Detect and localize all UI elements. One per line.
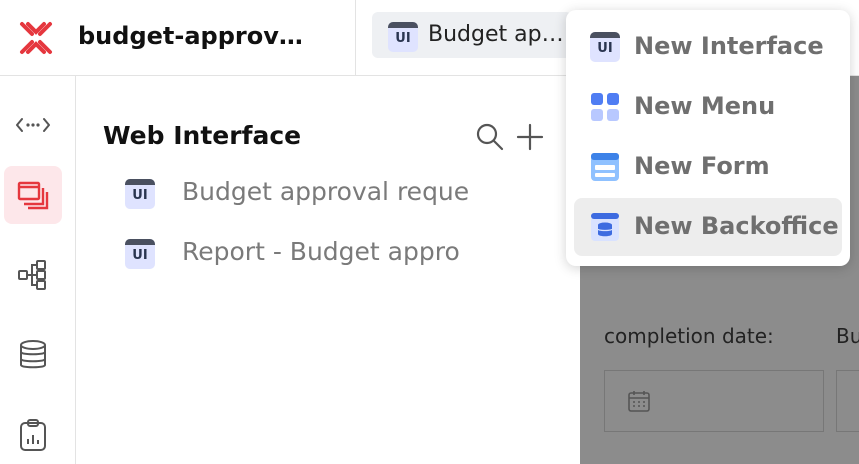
interface-icon: UI	[125, 179, 155, 209]
doc-tab-label: Budget ap…	[428, 22, 564, 47]
list-item-label: Budget approval reque	[182, 177, 470, 206]
app-logo-icon[interactable]	[18, 20, 54, 56]
web-interface-panel: Web Interface UI Budget approval reque U…	[77, 76, 580, 464]
rail-expand-button[interactable]	[4, 96, 62, 154]
completion-date-input[interactable]	[604, 370, 824, 432]
menu-item-new-backoffice[interactable]: New Backoffice	[574, 198, 842, 256]
divider	[355, 0, 356, 75]
rail-report-button[interactable]	[4, 406, 62, 464]
workflow-icon	[18, 260, 46, 290]
form-icon	[591, 153, 619, 181]
list-item-label: Report - Budget appro	[182, 237, 460, 266]
interface-icon: UI	[388, 22, 418, 52]
rail-web-interface-button[interactable]	[4, 166, 62, 224]
expand-collapse-icon	[16, 118, 50, 132]
left-rail	[0, 76, 76, 464]
plus-icon	[516, 123, 544, 151]
interface-icon: UI	[125, 239, 155, 269]
rail-workflow-button[interactable]	[4, 246, 62, 304]
panel-title: Web Interface	[103, 121, 302, 150]
menu-pointer	[553, 126, 567, 150]
menu-item-label: New Interface	[634, 32, 824, 60]
app-title: budget-approv…	[78, 22, 303, 50]
doc-tab-budget[interactable]: UI Budget ap…	[372, 12, 572, 58]
calendar-icon	[628, 391, 650, 412]
backoffice-icon	[591, 213, 619, 241]
menu-item-new-interface[interactable]: UI New Interface	[574, 18, 842, 76]
completion-date-label: completion date:	[604, 324, 774, 348]
menu-grid-icon	[591, 93, 619, 121]
menu-item-label: New Menu	[634, 92, 776, 120]
rail-database-button[interactable]	[4, 326, 62, 384]
second-field-label: Bu	[836, 324, 859, 348]
menu-item-new-menu[interactable]: New Menu	[574, 78, 842, 136]
list-item[interactable]: UI Budget approval reque	[125, 174, 470, 214]
list-item[interactable]: UI Report - Budget appro	[125, 234, 470, 274]
search-icon	[476, 123, 504, 151]
interface-icon: UI	[590, 32, 620, 62]
second-field-input[interactable]	[836, 370, 859, 432]
menu-item-label: New Backoffice	[634, 212, 839, 240]
menu-item-new-form[interactable]: New Form	[574, 138, 842, 196]
add-button[interactable]	[515, 122, 545, 152]
web-interface-icon	[17, 181, 49, 210]
clipboard-report-icon	[20, 419, 46, 451]
new-item-menu: UI New Interface New Menu New Form New B	[566, 10, 850, 266]
menu-item-label: New Form	[634, 152, 770, 180]
search-button[interactable]	[475, 122, 505, 152]
database-icon	[20, 340, 46, 369]
